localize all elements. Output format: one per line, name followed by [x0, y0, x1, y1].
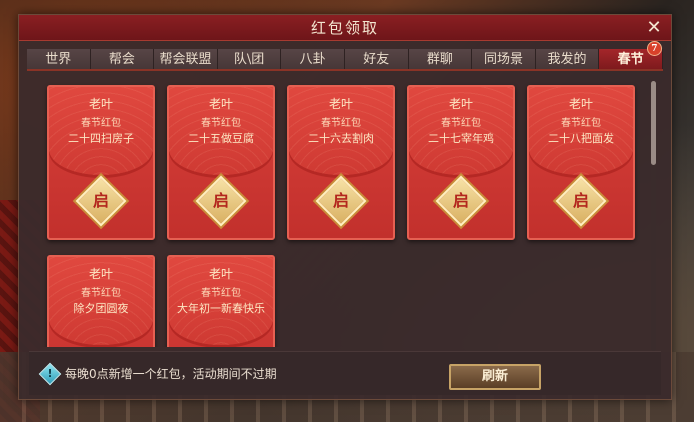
envelope-sender: 老叶: [208, 267, 233, 281]
envelope-sender: 老叶: [328, 97, 353, 111]
tab-9[interactable]: 春节 7: [599, 41, 663, 69]
open-envelope-button[interactable]: [75, 175, 127, 227]
envelope-type: 春节红包: [321, 118, 361, 129]
tab-4[interactable]: 八卦: [281, 49, 345, 69]
envelope-type: 春节红包: [81, 288, 121, 299]
dialog-title: 红包领取: [310, 19, 379, 37]
open-envelope-button[interactable]: [555, 175, 607, 227]
tab-label: 我发的: [547, 52, 587, 67]
tab-7[interactable]: 同场景: [472, 49, 536, 69]
envelope-sender: 老叶: [88, 267, 113, 281]
envelope-sender: 老叶: [568, 97, 593, 111]
red-envelope[interactable]: 老叶 春节红包 二十六去割肉启: [287, 85, 395, 240]
tab-label: 群聊: [426, 52, 453, 67]
tab-label: 帮会联盟: [159, 52, 212, 67]
red-packet-dialog: 红包领取 ✕ 世界 帮会 帮会联盟 队\团 八卦 好友 群聊 同场景 我发的 春节 7 老叶 春节红包…: [18, 14, 672, 400]
tab-6[interactable]: 群聊: [408, 49, 473, 69]
scrollbar-thumb[interactable]: [651, 81, 656, 165]
tab-label: 世界: [45, 52, 72, 67]
red-envelope[interactable]: 老叶 春节红包 二十七宰年鸡启: [407, 85, 515, 240]
open-envelope-button[interactable]: [315, 175, 367, 227]
envelope-message: 二十四扫房子: [68, 132, 134, 145]
tab-label: 八卦: [299, 52, 326, 67]
envelope-message: 二十六去割肉: [308, 132, 374, 145]
envelope-type: 春节红包: [81, 118, 121, 129]
red-envelope[interactable]: 老叶春节红包大年初一新春快乐: [167, 255, 275, 347]
tab-3[interactable]: 队\团: [217, 49, 282, 69]
envelope-message: 二十七宰年鸡: [428, 132, 494, 145]
red-envelope[interactable]: 老叶 春节红包 二十五做豆腐启: [167, 85, 275, 240]
tab-badge: 7: [646, 41, 662, 56]
footer-notice: 每晚0点新增一个红包，活动期间不过期: [65, 367, 277, 381]
red-envelope[interactable]: 老叶春节红包除夕团圆夜: [47, 255, 155, 347]
refresh-button[interactable]: 刷新: [449, 364, 541, 390]
dialog-titlebar: 红包领取 ✕: [19, 15, 671, 41]
channel-tabs: 世界 帮会 帮会联盟 队\团 八卦 好友 群聊 同场景 我发的 春节 7: [27, 41, 663, 71]
envelope-type: 春节红包: [441, 118, 481, 129]
tab-label: 队\团: [233, 52, 265, 67]
tab-label: 春节: [617, 52, 644, 67]
open-envelope-button[interactable]: [195, 175, 247, 227]
open-envelope-button[interactable]: [435, 175, 487, 227]
envelope-message: 除夕团圆夜: [73, 302, 129, 315]
tab-label: 好友: [363, 52, 390, 67]
tab-label: 同场景: [483, 52, 523, 67]
info-mark: !: [47, 367, 53, 380]
envelope-message: 二十八把面发: [548, 132, 614, 145]
close-icon[interactable]: ✕: [643, 17, 665, 39]
dialog-footer: ! 每晚0点新增一个红包，活动期间不过期 刷新: [29, 351, 661, 395]
tab-5[interactable]: 好友: [344, 49, 409, 69]
envelope-sender: 老叶: [208, 97, 233, 111]
tab-8[interactable]: 我发的: [535, 49, 600, 69]
scrollbar[interactable]: [651, 81, 656, 351]
envelope-type: 春节红包: [201, 118, 241, 129]
envelope-grid: 老叶 春节红包 二十四扫房子启老叶 春节红包 二十五做豆腐启老叶 春节红包 二十六去割肉启老…: [29, 77, 661, 347]
envelope-type: 春节红包: [561, 118, 601, 129]
envelope-message: 大年初一新春快乐: [177, 302, 265, 315]
envelope-sender: 老叶: [448, 97, 473, 111]
envelope-sender: 老叶: [88, 97, 113, 111]
envelope-message: 二十五做豆腐: [188, 132, 254, 145]
tab-1[interactable]: 帮会: [90, 49, 155, 69]
envelope-type: 春节红包: [201, 288, 241, 299]
tab-label: 帮会: [108, 52, 135, 67]
tab-0[interactable]: 世界: [27, 49, 91, 69]
red-envelope[interactable]: 老叶 春节红包 二十八把面发启: [527, 85, 635, 240]
red-envelope[interactable]: 老叶 春节红包 二十四扫房子启: [47, 85, 155, 240]
tab-2[interactable]: 帮会联盟: [154, 49, 218, 69]
